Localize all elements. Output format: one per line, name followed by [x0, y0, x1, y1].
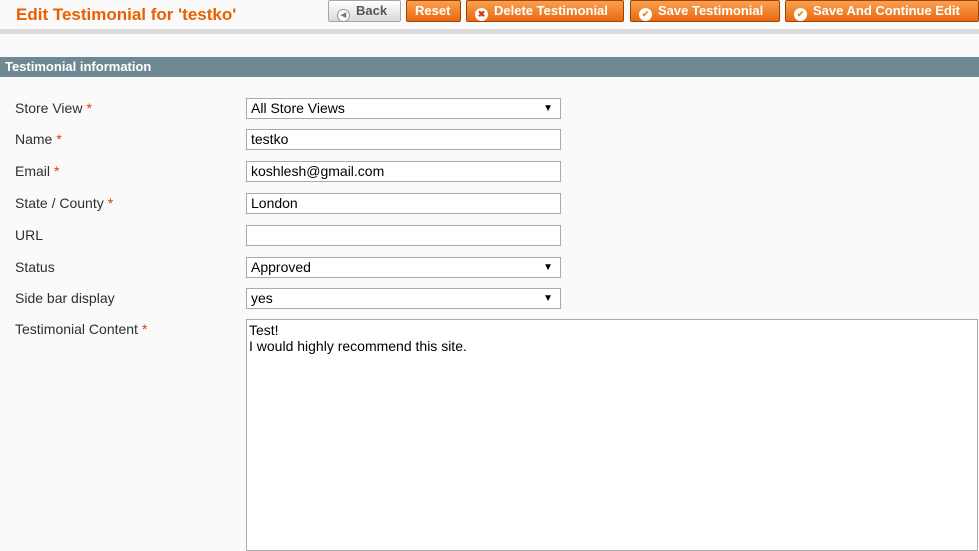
- save-label: Save Testimonial: [658, 3, 764, 18]
- caret-down-icon: ▼: [543, 262, 553, 273]
- email-label: Email *: [15, 163, 60, 179]
- email-input[interactable]: koshlesh@gmail.com: [246, 161, 561, 182]
- status-select[interactable]: Approved ▼: [246, 257, 561, 278]
- state-label: State / County *: [15, 195, 114, 211]
- sidebar-display-select[interactable]: yes ▼: [246, 288, 561, 309]
- sidebar-display-value: yes: [251, 290, 273, 306]
- url-input[interactable]: [246, 225, 561, 246]
- testimonial-content-textarea[interactable]: Test! I would highly recommend this site…: [246, 319, 978, 551]
- reset-button[interactable]: Reset: [406, 0, 461, 22]
- url-label: URL: [15, 227, 44, 243]
- save-continue-label: Save And Continue Edit: [813, 3, 960, 18]
- state-input[interactable]: London: [246, 193, 561, 214]
- arrow-left-icon: ◀: [337, 9, 350, 22]
- delete-testimonial-button[interactable]: ✖ Delete Testimonial: [466, 0, 624, 22]
- name-label: Name *: [15, 131, 62, 147]
- store-view-label: Store View *: [15, 100, 92, 116]
- caret-down-icon: ▼: [543, 293, 553, 304]
- status-label: Status: [15, 259, 55, 275]
- section-header: Testimonial information: [0, 57, 979, 77]
- check-icon: ✔: [794, 8, 807, 21]
- delete-icon: ✖: [475, 8, 488, 21]
- back-label: Back: [356, 3, 388, 18]
- store-view-value: All Store Views: [251, 100, 345, 116]
- back-button[interactable]: ◀ Back: [328, 0, 401, 22]
- name-input[interactable]: testko: [246, 129, 561, 150]
- save-and-continue-button[interactable]: ✔ Save And Continue Edit: [785, 0, 979, 22]
- delete-label: Delete Testimonial: [494, 3, 608, 18]
- page-title: Edit Testimonial for 'testko': [16, 5, 237, 24]
- content-line: I would highly recommend this site.: [249, 338, 467, 354]
- caret-down-icon: ▼: [543, 103, 553, 114]
- content-line: Test!: [249, 322, 279, 338]
- status-value: Approved: [251, 259, 311, 275]
- check-icon: ✔: [639, 8, 652, 21]
- sidebar-display-label: Side bar display: [15, 290, 115, 306]
- reset-label: Reset: [415, 3, 451, 18]
- content-label: Testimonial Content *: [15, 321, 148, 337]
- header-divider: [0, 29, 979, 34]
- store-view-select[interactable]: All Store Views ▼: [246, 98, 561, 119]
- save-testimonial-button[interactable]: ✔ Save Testimonial: [630, 0, 780, 22]
